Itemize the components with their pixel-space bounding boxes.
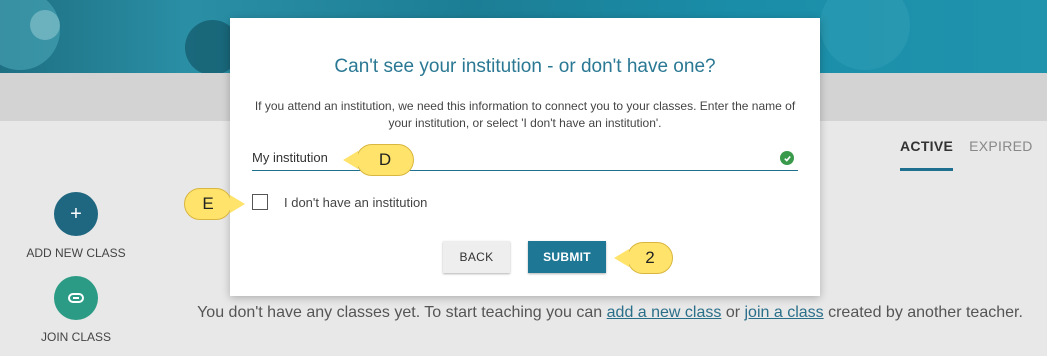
add-class-label: ADD NEW CLASS <box>26 246 126 260</box>
callout-d: D <box>343 144 414 176</box>
callout-2: 2 <box>614 242 673 274</box>
join-class-link[interactable]: join a class <box>745 304 824 321</box>
institution-field <box>252 146 798 171</box>
empty-message-suffix: created by another teacher. <box>823 304 1023 321</box>
empty-message-middle: or <box>721 304 745 321</box>
institution-input[interactable] <box>252 146 752 169</box>
dialog-title: Can't see your institution - or don't ha… <box>334 56 716 77</box>
submit-button[interactable]: SUBMIT <box>528 241 606 273</box>
plus-icon: + <box>70 202 82 225</box>
join-class-action[interactable]: JOIN CLASS <box>16 276 136 344</box>
add-new-class-action[interactable]: + ADD NEW CLASS <box>16 192 136 260</box>
back-button[interactable]: BACK <box>443 241 510 273</box>
tab-active[interactable]: ACTIVE <box>900 138 954 171</box>
tab-expired[interactable]: EXPIRED <box>969 138 1033 171</box>
no-institution-checkbox[interactable] <box>252 194 268 210</box>
join-class-button[interactable] <box>54 276 98 320</box>
check-circle-icon <box>780 151 794 165</box>
dialog-description: If you attend an institution, we need th… <box>254 99 796 130</box>
empty-message-prefix: You don't have any classes yet. To start… <box>197 304 607 321</box>
add-new-class-link[interactable]: add a new class <box>607 304 722 321</box>
join-class-label: JOIN CLASS <box>40 330 112 344</box>
no-institution-option[interactable]: I don't have an institution <box>252 194 427 210</box>
add-class-button[interactable]: + <box>54 192 98 236</box>
institution-dialog: Can't see your institution - or don't ha… <box>230 18 820 296</box>
callout-e: E <box>184 188 245 220</box>
class-tabs: ACTIVE EXPIRED <box>900 138 1033 171</box>
no-institution-label: I don't have an institution <box>284 194 428 210</box>
link-icon <box>68 293 84 303</box>
empty-classes-message: You don't have any classes yet. To start… <box>180 303 1040 322</box>
